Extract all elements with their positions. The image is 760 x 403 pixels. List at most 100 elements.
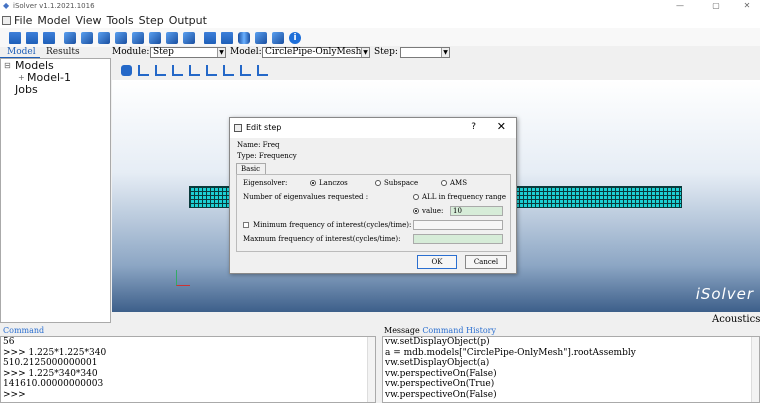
message-console[interactable]: vw.setDisplayObject(p) a = mdb.models["C…: [382, 336, 760, 403]
info-icon[interactable]: i: [289, 31, 301, 44]
radio-ams[interactable]: AMS: [441, 179, 467, 188]
menu-output[interactable]: Output: [169, 14, 207, 27]
menu-tools[interactable]: Tools: [107, 14, 134, 27]
menu-model[interactable]: Model: [37, 14, 70, 27]
radio-all-in-range[interactable]: ALL in frequency range: [413, 193, 506, 202]
chevron-down-icon: ▼: [441, 48, 449, 57]
min-frequency-toggle[interactable]: Minimum frequency of interest(cycles/tim…: [243, 221, 411, 230]
pan-hand-icon[interactable]: [121, 64, 132, 76]
tab-basic[interactable]: Basic: [236, 163, 266, 174]
visualize-icon[interactable]: [255, 31, 267, 44]
step-name-line: Name: Freq: [237, 141, 280, 149]
acoustics-label: Acoustics: [712, 314, 760, 325]
step-label: Step:: [374, 47, 398, 57]
minimize-icon[interactable]: —: [673, 0, 687, 12]
dialog-close-icon[interactable]: ✕: [497, 120, 506, 133]
module-select-value: Step: [153, 47, 174, 57]
model-select-value: CirclePipe-OnlyMesh: [265, 47, 362, 57]
open-folder-icon[interactable]: [26, 31, 38, 44]
model-select[interactable]: CirclePipe-OnlyMesh ▼: [262, 47, 370, 58]
cancel-button[interactable]: Cancel: [465, 255, 507, 269]
save-icon[interactable]: [43, 31, 55, 44]
radio-value[interactable]: value:: [413, 207, 443, 216]
menu-file[interactable]: File: [14, 14, 32, 27]
fit-view-icon[interactable]: [155, 64, 166, 76]
interaction-icon[interactable]: [149, 31, 161, 44]
brand-watermark: iSolver: [695, 285, 754, 303]
model-tree: ⊟ Models + Model-1 Jobs: [0, 58, 111, 323]
message-line: vw.setDisplayObject(a): [385, 358, 490, 368]
eigensolver-label: Eigensolver:: [243, 179, 288, 187]
tab-command-history[interactable]: Command History: [422, 326, 496, 335]
cylinder-icon[interactable]: [238, 31, 250, 44]
material-cube-icon[interactable]: [81, 31, 93, 44]
expand-minus-icon[interactable]: ⊟: [4, 60, 11, 72]
tab-message[interactable]: Message: [384, 326, 420, 335]
command-scrollbar[interactable]: [367, 337, 375, 402]
view-toolbar: [112, 60, 760, 80]
menu-view[interactable]: View: [75, 14, 101, 27]
message-line: vw.perspectiveOn(False): [385, 368, 497, 379]
tree-node-jobs[interactable]: Jobs: [15, 84, 38, 96]
module-label: Module:: [112, 47, 150, 57]
radio-ams-label: AMS: [450, 179, 468, 187]
maximize-icon[interactable]: ▢: [709, 0, 723, 12]
view-xy-icon[interactable]: [172, 64, 183, 76]
tab-results[interactable]: Results: [46, 47, 80, 58]
max-frequency-input[interactable]: [413, 234, 503, 244]
message-scrollbar[interactable]: [751, 337, 759, 402]
chevron-down-icon: ▼: [361, 48, 369, 57]
radio-lanczos-label: Lanczos: [319, 179, 348, 187]
view-front-icon[interactable]: [240, 64, 251, 76]
ok-button[interactable]: OK: [417, 255, 457, 269]
view-xz-icon[interactable]: [206, 64, 217, 76]
command-line: >>> 1.225*1.225*340: [3, 347, 107, 358]
cloud-icon[interactable]: [272, 31, 284, 44]
module-select[interactable]: Step ▼: [150, 47, 226, 58]
view-back-icon[interactable]: [257, 64, 268, 76]
app-logo-icon: ◆: [3, 1, 10, 10]
command-line: 141610.00000000003: [3, 379, 104, 389]
part-cube-icon[interactable]: [64, 31, 76, 44]
window-title-bar: ◆ iSolver v1.1.2021.1016 — ▢ ✕: [0, 0, 760, 12]
view-iso-icon[interactable]: [223, 64, 234, 76]
new-file-icon[interactable]: [9, 31, 21, 44]
section-cube-icon[interactable]: [98, 31, 110, 44]
step-select[interactable]: ▼: [400, 47, 450, 58]
command-panel-label[interactable]: Command: [3, 326, 44, 336]
step-type-line: Type: Frequency: [237, 152, 297, 160]
pipe-mesh-right: [514, 186, 682, 208]
radio-subspace[interactable]: Subspace: [375, 179, 418, 188]
assembly-icon[interactable]: [115, 31, 127, 44]
mesh-icon[interactable]: [183, 31, 195, 44]
main-toolbar: i: [0, 28, 760, 47]
command-line: >>>: [3, 389, 26, 400]
menu-bar: File Model View Tools Step Output: [0, 12, 760, 28]
step-icon[interactable]: [132, 31, 144, 44]
message-line: vw.setDisplayObject(p): [385, 337, 490, 347]
dialog-icon: [234, 124, 242, 132]
help-icon[interactable]: ?: [471, 121, 476, 133]
message-line: vw.perspectiveOn(False): [385, 389, 497, 400]
min-frequency-input[interactable]: [413, 220, 503, 230]
eigenvalue-count-input[interactable]: 10: [450, 206, 503, 216]
chevron-down-icon: ▼: [217, 48, 225, 57]
view-yz-icon[interactable]: [189, 64, 200, 76]
radio-subspace-label: Subspace: [384, 179, 419, 187]
app-menu-icon[interactable]: [2, 15, 11, 25]
load-icon[interactable]: [166, 31, 178, 44]
message-line: a = mdb.models["CirclePipe-OnlyMesh"].ro…: [385, 347, 636, 358]
min-frequency-label: Minimum frequency of interest(cycles/tim…: [253, 221, 412, 229]
max-frequency-label: Maxmum frequency of interest(cycles/time…: [243, 235, 401, 243]
rotate-icon[interactable]: [138, 64, 149, 76]
job-list-icon[interactable]: [204, 31, 216, 44]
message-panel-label: Message Command History: [384, 326, 496, 336]
command-console[interactable]: 56 >>> 1.225*1.225*340 510.2125000000001…: [0, 336, 376, 403]
close-icon[interactable]: ✕: [740, 0, 754, 12]
job-submit-icon[interactable]: [221, 31, 233, 44]
command-line: >>> 1.225*340*340: [3, 368, 98, 379]
radio-lanczos[interactable]: Lanczos: [310, 179, 348, 188]
command-line: 56: [3, 337, 15, 347]
window-title: iSolver v1.1.2021.1016: [13, 2, 95, 10]
menu-step[interactable]: Step: [139, 14, 164, 27]
